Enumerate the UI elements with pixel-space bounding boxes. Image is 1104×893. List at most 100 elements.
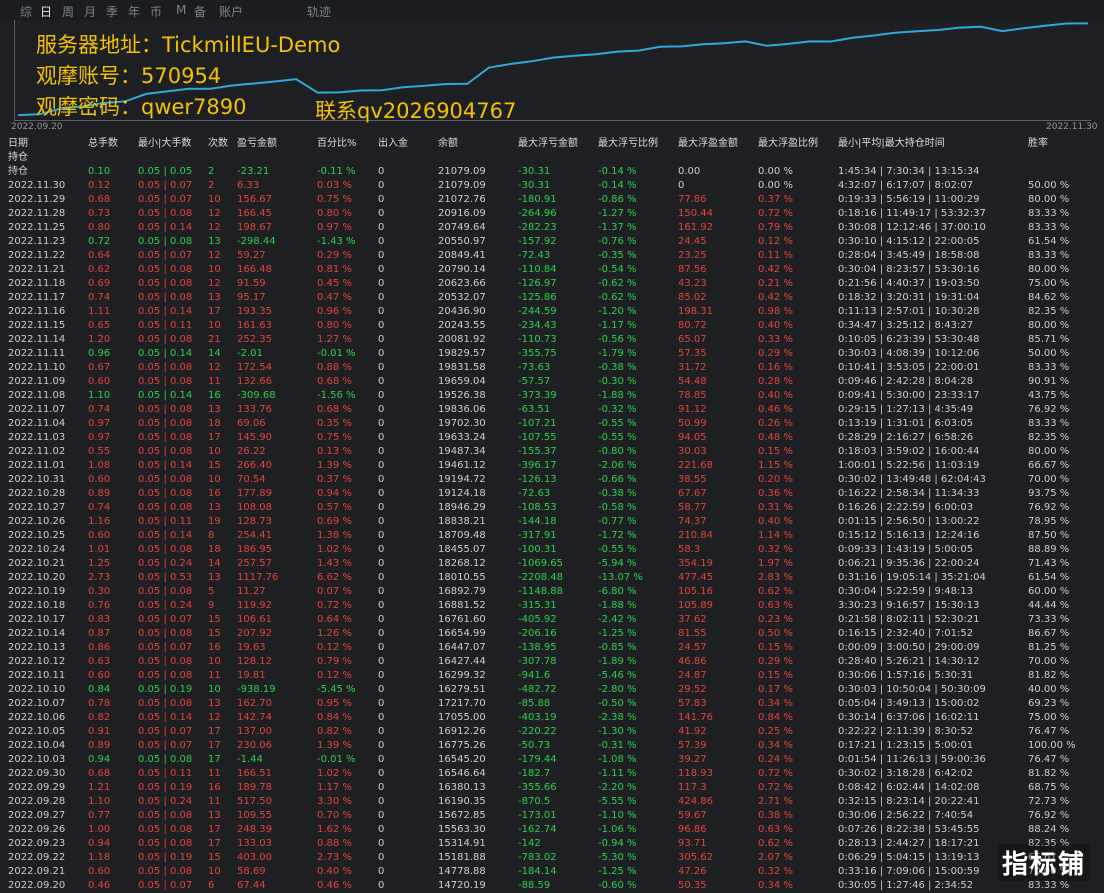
header-deposit[interactable]: 出入金	[378, 137, 408, 151]
table-row[interactable]: 2022.10.05 0.91 0.05 | 0.07 17 137.00 0.82 % 0…	[0, 725, 1104, 739]
table-row[interactable]: 2022.11.23 0.72 0.05 | 0.08 13 -298.44 -1.43 …	[0, 235, 1104, 249]
cell-pct: 0.80 %	[317, 208, 352, 219]
cell-io: 0	[378, 880, 385, 891]
table-row[interactable]: 2022.09.22 1.18 0.05 | 0.19 15 403.00 2.73 % 0…	[0, 851, 1104, 865]
cell-hold: 3:30:23 | 9:16:57 | 15:30:13	[838, 600, 980, 611]
table-row[interactable]: 2022.10.06 0.82 0.05 | 0.14 12 142.74 0.84 % 0…	[0, 711, 1104, 725]
table-row[interactable]: 2022.10.17 0.83 0.05 | 0.07 15 106.61 0.64 % 0…	[0, 613, 1104, 627]
table-row[interactable]: 2022.11.03 0.97 0.05 | 0.08 17 145.90 0.75 % 0…	[0, 431, 1104, 445]
table-row[interactable]: 2022.11.18 0.69 0.05 | 0.08 12 91.59 0.45 % 0 2…	[0, 277, 1104, 291]
table-row[interactable]: 2022.10.11 0.60 0.05 | 0.08 11 19.81 0.12 % 0 1…	[0, 669, 1104, 683]
cell-maxloss: -182.7	[518, 768, 551, 779]
cell-pct: 1.02 %	[317, 768, 352, 779]
table-row[interactable]: 2022.10.18 0.76 0.05 | 0.24 9 119.92 0.72 % 0 1…	[0, 599, 1104, 613]
header-pnl[interactable]: 盈亏金额	[237, 137, 277, 151]
table-row[interactable]: 2022.10.21 1.25 0.05 | 0.24 14 257.57 1.43 % 0…	[0, 557, 1104, 571]
cell-lots: 0.86	[88, 642, 111, 653]
cell-maxgain: 41.92	[678, 726, 707, 737]
table-row[interactable]: 2022.11.09 0.60 0.05 | 0.08 11 132.66 0.68 % 0…	[0, 375, 1104, 389]
cell-io: 0	[378, 852, 385, 863]
table-row[interactable]: 2022.11.11 0.96 0.05 | 0.14 14 -2.01 -0.01 % 0…	[0, 347, 1104, 361]
table-row[interactable]: 2022.10.13 0.86 0.05 | 0.07 16 19.63 0.12 % 0 1…	[0, 641, 1104, 655]
table-row[interactable]: 2022.11.17 0.74 0.05 | 0.08 13 95.17 0.47 % 0 2…	[0, 291, 1104, 305]
tab-7[interactable]: M	[176, 3, 186, 17]
header-max-float-gain[interactable]: 最大浮盈金额	[678, 137, 738, 151]
header-balance[interactable]: 余额	[438, 137, 458, 151]
table-row[interactable]: 2022.11.10 0.67 0.05 | 0.08 12 172.54 0.88 % 0…	[0, 361, 1104, 375]
cell-win: 66.67 %	[1028, 460, 1070, 471]
cell-hold: 1:45:34 | 7:30:34 | 13:15:34	[838, 166, 980, 177]
cell-date: 2022.10.18	[8, 600, 66, 611]
tab-9[interactable]: 账户	[219, 3, 243, 20]
table-row[interactable]: 持仓 0.10 0.05 | 0.05 2 -23.21 -0.11 % 0 21079.09…	[0, 165, 1104, 179]
table-row[interactable]: 2022.11.16 1.11 0.05 | 0.14 17 193.35 0.96 % 0…	[0, 305, 1104, 319]
table-row[interactable]: 2022.11.28 0.73 0.05 | 0.08 12 166.45 0.80 % 0…	[0, 207, 1104, 221]
header-percent[interactable]: 百分比%	[317, 137, 357, 151]
table-row[interactable]: 2022.09.27 0.77 0.05 | 0.08 13 109.55 0.70 % 0…	[0, 809, 1104, 823]
tab-3[interactable]: 月	[84, 3, 96, 20]
table-row[interactable]: 2022.10.07 0.78 0.05 | 0.08 13 162.70 0.95 % 0…	[0, 697, 1104, 711]
table-row[interactable]: 2022.09.30 0.68 0.05 | 0.11 11 166.51 1.02 % 0…	[0, 767, 1104, 781]
table-row[interactable]: 2022.09.29 1.21 0.05 | 0.19 16 189.78 1.17 % 0…	[0, 781, 1104, 795]
cell-io: 0	[378, 768, 385, 779]
tab-4[interactable]: 季	[106, 3, 118, 20]
table-row[interactable]: 2022.11.04 0.97 0.05 | 0.08 18 69.06 0.35 % 0 1…	[0, 417, 1104, 431]
header-win-rate[interactable]: 胜率	[1028, 137, 1048, 151]
table-row[interactable]: 2022.09.20 0.46 0.05 | 0.07 6 67.44 0.46 % 0 14…	[0, 879, 1104, 893]
header-max-float-loss-pct[interactable]: 最大浮亏比例	[598, 137, 658, 151]
header-max-float-gain-pct[interactable]: 最大浮盈比例	[758, 137, 818, 151]
table-row[interactable]: 2022.10.24 1.01 0.05 | 0.08 18 186.95 1.02 % 0…	[0, 543, 1104, 557]
table-row[interactable]: 2022.10.19 0.30 0.05 | 0.08 5 11.27 0.07 % 0 16…	[0, 585, 1104, 599]
cell-maxloss: -142	[518, 838, 541, 849]
table-row[interactable]: 2022.10.10 0.84 0.05 | 0.19 10 -938.19 -5.45 …	[0, 683, 1104, 697]
cell-io: 0	[378, 446, 385, 457]
table-row[interactable]: 2022.10.25 0.60 0.05 | 0.14 8 254.41 1.38 % 0 1…	[0, 529, 1104, 543]
cell-minmax: 0.05 | 0.11	[138, 768, 193, 779]
table-row[interactable]: 2022.09.21 0.60 0.05 | 0.08 10 58.69 0.40 % 0 1…	[0, 865, 1104, 879]
table-row[interactable]: 2022.11.08 1.10 0.05 | 0.14 16 -309.68 -1.56 …	[0, 389, 1104, 403]
tab-8[interactable]: 备	[194, 3, 206, 20]
cell-maxgainpct: 0.79 %	[758, 222, 793, 233]
cell-win: 50.00 %	[1028, 348, 1070, 359]
table-row[interactable]: 2022.11.29 0.68 0.05 | 0.07 10 156.67 0.75 % 0…	[0, 193, 1104, 207]
header-total-lots[interactable]: 总手数	[88, 137, 118, 151]
cell-maxloss: -317.91	[518, 530, 557, 541]
table-row[interactable]: 2022.10.26 1.16 0.05 | 0.11 19 128.73 0.69 % 0…	[0, 515, 1104, 529]
header-min-max-lots[interactable]: 最小|大手数	[138, 137, 191, 151]
header-hold-time[interactable]: 最小|平均|最大持仓时间	[838, 137, 945, 151]
tab-0[interactable]: 综	[20, 3, 32, 20]
cell-pnl: -309.68	[237, 390, 276, 401]
table-row[interactable]: 2022.10.14 0.87 0.05 | 0.08 15 207.92 1.26 % 0…	[0, 627, 1104, 641]
tab-5[interactable]: 年	[128, 3, 140, 20]
table-row[interactable]: 2022.10.04 0.89 0.05 | 0.07 17 230.06 1.39 % 0…	[0, 739, 1104, 753]
table-row[interactable]: 2022.11.07 0.74 0.05 | 0.08 13 133.76 0.68 % 0…	[0, 403, 1104, 417]
table-row[interactable]: 2022.10.28 0.89 0.05 | 0.08 16 177.89 0.94 % 0…	[0, 487, 1104, 501]
table-row[interactable]: 2022.10.03 0.94 0.05 | 0.08 17 -1.44 -0.01 % 0…	[0, 753, 1104, 767]
tab-2[interactable]: 周	[62, 3, 74, 20]
table-row[interactable]: 2022.11.14 1.20 0.05 | 0.08 21 252.35 1.27 % 0…	[0, 333, 1104, 347]
tab-10[interactable]: 轨迹	[307, 3, 331, 20]
header-max-float-loss[interactable]: 最大浮亏金额	[518, 137, 578, 151]
table-row[interactable]: 2022.11.25 0.80 0.05 | 0.14 12 198.67 0.97 % 0…	[0, 221, 1104, 235]
table-row[interactable]: 2022.11.21 0.62 0.05 | 0.08 10 166.48 0.81 % 0…	[0, 263, 1104, 277]
cell-hold: 0:31:16 | 19:05:14 | 35:21:04	[838, 572, 986, 583]
table-row[interactable]: 2022.10.31 0.60 0.05 | 0.08 10 70.54 0.37 % 0 1…	[0, 473, 1104, 487]
header-count[interactable]: 次数	[208, 137, 228, 151]
table-row[interactable]: 2022.11.30 0.12 0.05 | 0.07 2 6.33 0.03 % 0 210…	[0, 179, 1104, 193]
tab-1[interactable]: 日	[40, 3, 52, 20]
cell-pnl: 517.50	[237, 796, 272, 807]
table-row[interactable]: 2022.11.01 1.08 0.05 | 0.14 15 266.40 1.39 % 0…	[0, 459, 1104, 473]
table-row[interactable]: 2022.09.26 1.00 0.05 | 0.08 17 248.39 1.62 % 0…	[0, 823, 1104, 837]
table-row[interactable]: 2022.11.22 0.64 0.05 | 0.07 12 59.27 0.29 % 0 2…	[0, 249, 1104, 263]
table-row[interactable]: 2022.10.20 2.73 0.05 | 0.53 13 1117.76 6.62 %…	[0, 571, 1104, 585]
cell-maxgainpct: 0.23 %	[758, 614, 793, 625]
table-row[interactable]: 2022.09.28 1.10 0.05 | 0.24 11 517.50 3.30 % 0…	[0, 795, 1104, 809]
table-row[interactable]: 2022.09.23 0.94 0.05 | 0.08 17 133.03 0.88 % 0…	[0, 837, 1104, 851]
header-date[interactable]: 日期	[8, 137, 28, 151]
tab-6[interactable]: 币	[150, 3, 162, 20]
table-row[interactable]: 2022.10.12 0.63 0.05 | 0.08 10 128.12 0.79 % 0…	[0, 655, 1104, 669]
table-row[interactable]: 2022.11.02 0.55 0.05 | 0.08 10 26.22 0.13 % 0 1…	[0, 445, 1104, 459]
table-row[interactable]: 2022.10.27 0.74 0.05 | 0.08 13 108.08 0.57 % 0…	[0, 501, 1104, 515]
cell-pnl: 67.44	[237, 880, 266, 891]
table-row[interactable]: 2022.11.15 0.65 0.05 | 0.11 10 161.63 0.80 % 0…	[0, 319, 1104, 333]
